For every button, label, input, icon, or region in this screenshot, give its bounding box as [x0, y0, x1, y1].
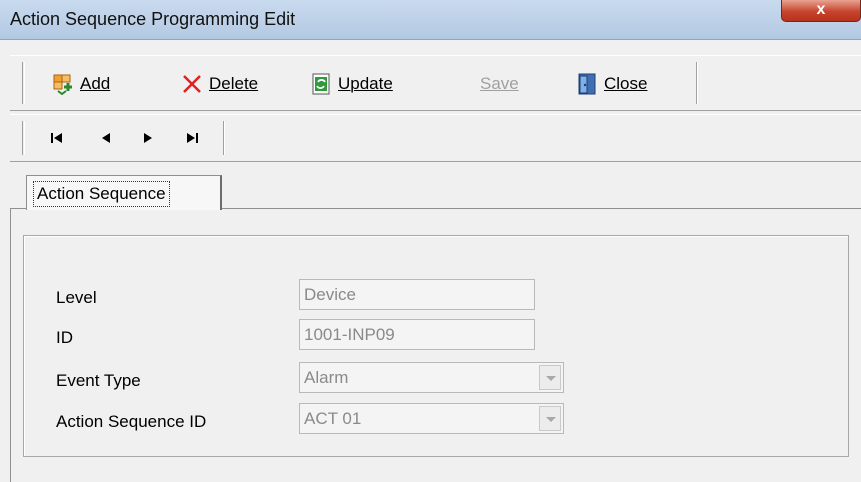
add-button-label: Add — [80, 74, 111, 93]
tab-panel-action-sequence: Level Device ID 1001-INP09 Event Type Al… — [10, 208, 861, 482]
event-type-dropdown-chevron-icon[interactable] — [539, 365, 561, 390]
action-sequence-id-dropdown-chevron-icon[interactable] — [539, 406, 561, 431]
last-record-button[interactable] — [182, 128, 202, 148]
nav-toolbar-separator — [223, 121, 225, 155]
window-title: Action Sequence Programming Edit — [10, 9, 296, 29]
title-bar: Action Sequence Programming Edit x — [0, 0, 861, 40]
toolbar-separator — [696, 62, 698, 104]
first-record-button[interactable] — [48, 128, 68, 148]
nav-toolbar-grip[interactable] — [22, 121, 25, 155]
next-record-button[interactable] — [138, 128, 158, 148]
add-record-icon — [52, 73, 74, 96]
update-button-label: Update — [338, 74, 393, 93]
door-exit-icon — [576, 73, 598, 95]
level-field[interactable]: Device — [299, 279, 535, 310]
close-button-label: Close — [604, 74, 648, 93]
id-label: ID — [56, 328, 73, 347]
action-sequence-id-value: ACT 01 — [304, 409, 362, 428]
tab-control: Level Device ID 1001-INP09 Event Type Al… — [10, 168, 861, 482]
tab-action-sequence-label: Action Sequence — [33, 181, 170, 207]
add-button[interactable]: Add — [52, 72, 110, 96]
event-type-label: Event Type — [56, 371, 141, 390]
level-label: Level — [56, 288, 97, 307]
previous-record-icon — [96, 133, 116, 152]
event-type-value: Alarm — [304, 368, 349, 387]
toolbar-grip[interactable] — [22, 62, 25, 104]
main-toolbar: Add Delete Update Save Close — [10, 55, 861, 111]
red-x-delete-icon — [181, 73, 203, 95]
action-sequence-id-label: Action Sequence ID — [56, 412, 207, 431]
save-button[interactable]: Save — [480, 72, 519, 96]
previous-record-button[interactable] — [96, 128, 116, 148]
action-sequence-edit-window: Action Sequence Programming Edit x Add D… — [0, 0, 861, 482]
event-type-select[interactable]: Alarm — [299, 362, 564, 393]
navigation-toolbar — [10, 114, 861, 162]
green-refresh-icon — [310, 73, 332, 95]
delete-button[interactable]: Delete — [181, 72, 258, 96]
delete-button-label: Delete — [209, 74, 259, 93]
save-button-label: Save — [480, 74, 519, 93]
tab-action-sequence[interactable]: Action Sequence — [26, 175, 222, 210]
next-record-icon — [138, 133, 158, 152]
window-close-button[interactable]: x — [781, 0, 861, 22]
first-record-icon — [48, 133, 68, 152]
details-groupbox: Level Device ID 1001-INP09 Event Type Al… — [23, 235, 849, 457]
id-field[interactable]: 1001-INP09 — [299, 319, 535, 350]
action-sequence-id-select[interactable]: ACT 01 — [299, 403, 564, 434]
update-button[interactable]: Update — [310, 72, 393, 96]
last-record-icon — [182, 133, 202, 152]
close-button[interactable]: Close — [576, 72, 647, 96]
